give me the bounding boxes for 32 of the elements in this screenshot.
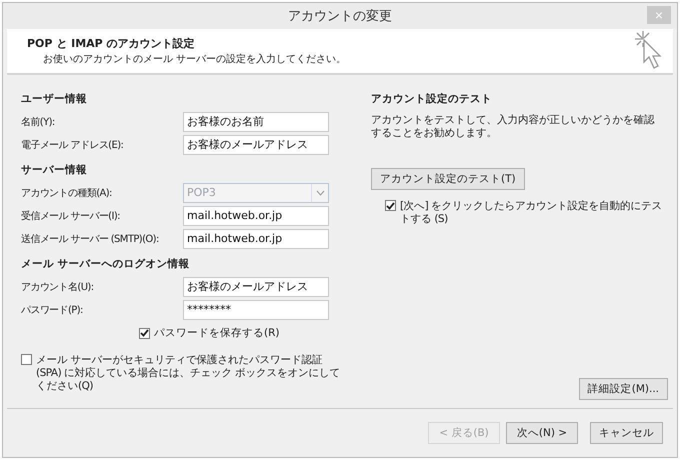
input-field[interactable]: お客様のメールアドレス bbox=[183, 134, 329, 154]
checkbox[interactable] bbox=[21, 354, 32, 365]
field-label: アカウントの種類(A): bbox=[21, 186, 113, 200]
section-heading: アカウント設定のテスト bbox=[371, 92, 493, 106]
section-heading: メール サーバーへのログオン情報 bbox=[21, 257, 191, 271]
field-label: 受信メール サーバー(I): bbox=[21, 210, 121, 222]
section-heading: サーバー情報 bbox=[21, 163, 88, 177]
window-title: アカウントの変更 bbox=[288, 8, 392, 25]
input-field[interactable]: ******** bbox=[183, 300, 329, 320]
page-heading: POP と IMAP のアカウント設定 bbox=[27, 36, 196, 51]
input-field[interactable]: お客様のお名前 bbox=[183, 112, 329, 132]
footer-button[interactable]: 次へ(N) > bbox=[506, 422, 578, 444]
input-field[interactable]: mail.hotweb.or.jp bbox=[183, 228, 329, 248]
checkbox[interactable] bbox=[385, 200, 396, 211]
advanced-settings-button[interactable]: 詳細設定(M)... bbox=[578, 378, 668, 400]
caret-icon bbox=[316, 190, 324, 196]
input-field[interactable]: mail.hotweb.or.jp bbox=[183, 206, 329, 226]
test-account-button[interactable]: アカウント設定のテスト(T) bbox=[371, 168, 525, 190]
section-description: アカウントをテストして、入力内容が正しいかどうかを確認することをお勧めします。 bbox=[371, 114, 656, 140]
input-field[interactable]: お客様のメールアドレス bbox=[183, 276, 329, 296]
field-label: 名前(Y): bbox=[21, 116, 56, 128]
checkbox-label: パスワードを保存する(R) bbox=[154, 326, 280, 340]
checkbox[interactable] bbox=[139, 328, 150, 338]
checkbox-label: [次へ] をクリックしたらアカウント設定を自動的にテストする (S) bbox=[400, 200, 664, 226]
field-label: アカウント名(U): bbox=[21, 280, 94, 294]
footer-button[interactable]: キャンセル bbox=[590, 422, 663, 444]
field-label: 電子メール アドレス(E): bbox=[21, 138, 124, 152]
field-label: 送信メール サーバー (SMTP)(O): bbox=[21, 232, 160, 246]
page-subtitle: お使いのアカウントのメール サーバーの設定を入力してください。 bbox=[42, 52, 346, 66]
checkbox-label: メール サーバーがセキュリティで保護されたパスワード認証 (SPA) に対応している場合には、チェック ボックスをオンにしてください(Q) bbox=[36, 354, 341, 393]
field-label: パスワード(P): bbox=[21, 304, 84, 316]
section-heading: ユーザー情報 bbox=[21, 92, 88, 106]
